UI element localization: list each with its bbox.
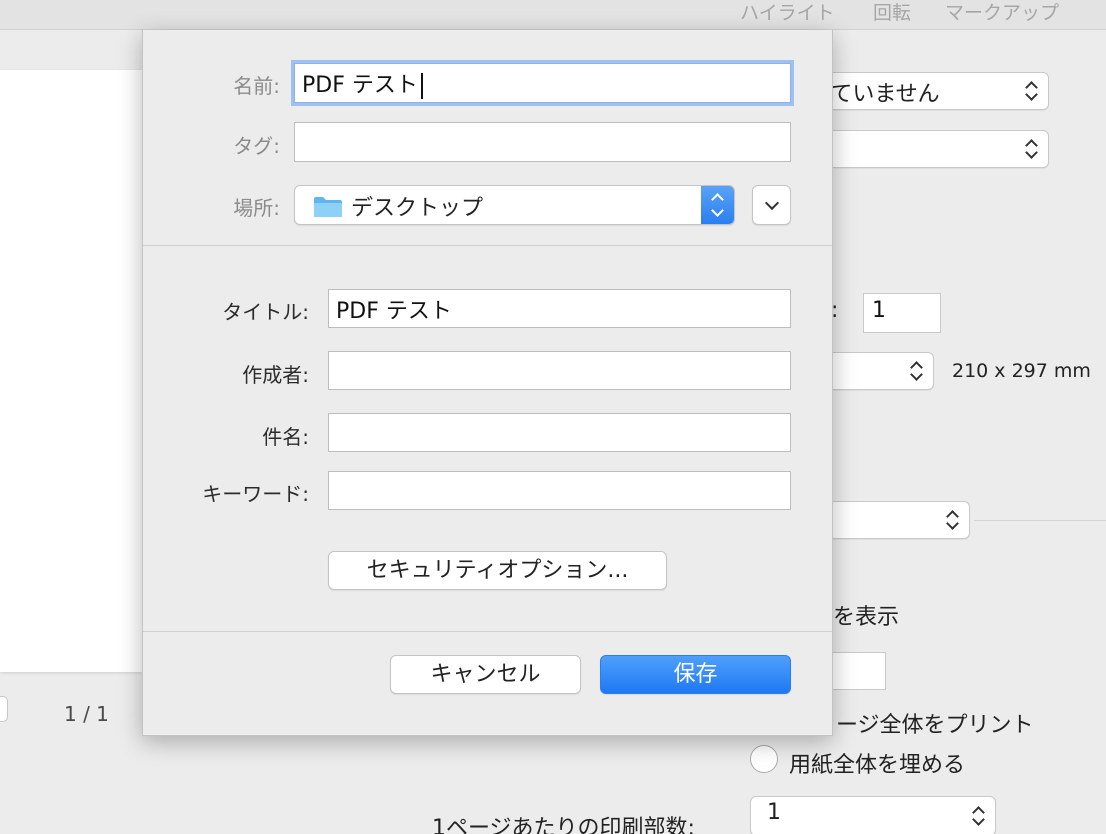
keywords-label: キーワード: (202, 482, 309, 506)
tags-input[interactable] (294, 122, 791, 162)
updown-arrows-icon (945, 509, 959, 531)
author-label: 作成者: (242, 363, 309, 387)
printer-select[interactable]: れていません (809, 72, 1049, 110)
subject-label: 件名: (262, 425, 309, 449)
subject-input[interactable] (328, 413, 791, 452)
fill-paper-radio[interactable] (750, 745, 778, 773)
background-toolbar: ハイライト 回転 マークアップ (0, 0, 1106, 30)
updown-arrows-icon (971, 805, 985, 827)
page-navigation-control[interactable] (0, 696, 8, 722)
location-popup[interactable]: デスクトップ (294, 185, 735, 225)
security-options-button[interactable]: セキュリティオプション... (328, 551, 667, 590)
fill-paper-option[interactable]: 用紙全体を埋める (789, 747, 965, 779)
print-preview-page (0, 70, 142, 672)
author-input[interactable] (328, 351, 791, 390)
tags-label: タグ: (233, 134, 280, 158)
show-label: を表示 (833, 605, 900, 630)
copies-per-page-label: 1ページあたりの印刷部数: (432, 816, 695, 834)
save-pdf-sheet: 名前: PDF テスト タグ: 場所: デスクトップ タイトル: PDF テスト… (142, 30, 833, 736)
name-label: 名前: (233, 74, 280, 98)
app-options-select[interactable] (814, 501, 970, 539)
sheet-divider (143, 245, 832, 246)
updown-arrows-icon (909, 360, 923, 382)
toolbar-rotate[interactable]: 回転 (873, 0, 911, 25)
updown-arrows-icon (701, 186, 734, 224)
title-input[interactable]: PDF テスト (328, 289, 791, 328)
text-caret (420, 73, 423, 99)
paper-size-text: 210 x 297 mm (952, 360, 1091, 382)
print-entire-page-option[interactable]: ージ全体をプリント (836, 707, 1034, 739)
toolbar-highlight[interactable]: ハイライト (740, 0, 835, 25)
toolbar-markup[interactable]: マークアップ (945, 0, 1059, 25)
save-button[interactable]: 保存 (600, 655, 791, 694)
expand-chevron-button[interactable] (752, 185, 791, 225)
presets-select[interactable] (814, 130, 1049, 168)
updown-arrows-icon (1024, 138, 1038, 160)
keywords-input[interactable] (328, 471, 791, 510)
copies-per-page-select[interactable]: 1 (750, 796, 996, 834)
folder-icon (314, 197, 342, 217)
sheet-divider (143, 631, 832, 632)
copies-input[interactable]: 1 (863, 293, 941, 333)
location-label: 場所: (233, 196, 280, 220)
name-input[interactable]: PDF テスト (294, 63, 791, 103)
page-counter: 1 / 1 (64, 702, 109, 726)
section-divider (974, 520, 1106, 521)
updown-arrows-icon (1024, 80, 1038, 102)
title-label: タイトル: (222, 300, 309, 324)
cancel-button[interactable]: キャンセル (390, 655, 581, 694)
